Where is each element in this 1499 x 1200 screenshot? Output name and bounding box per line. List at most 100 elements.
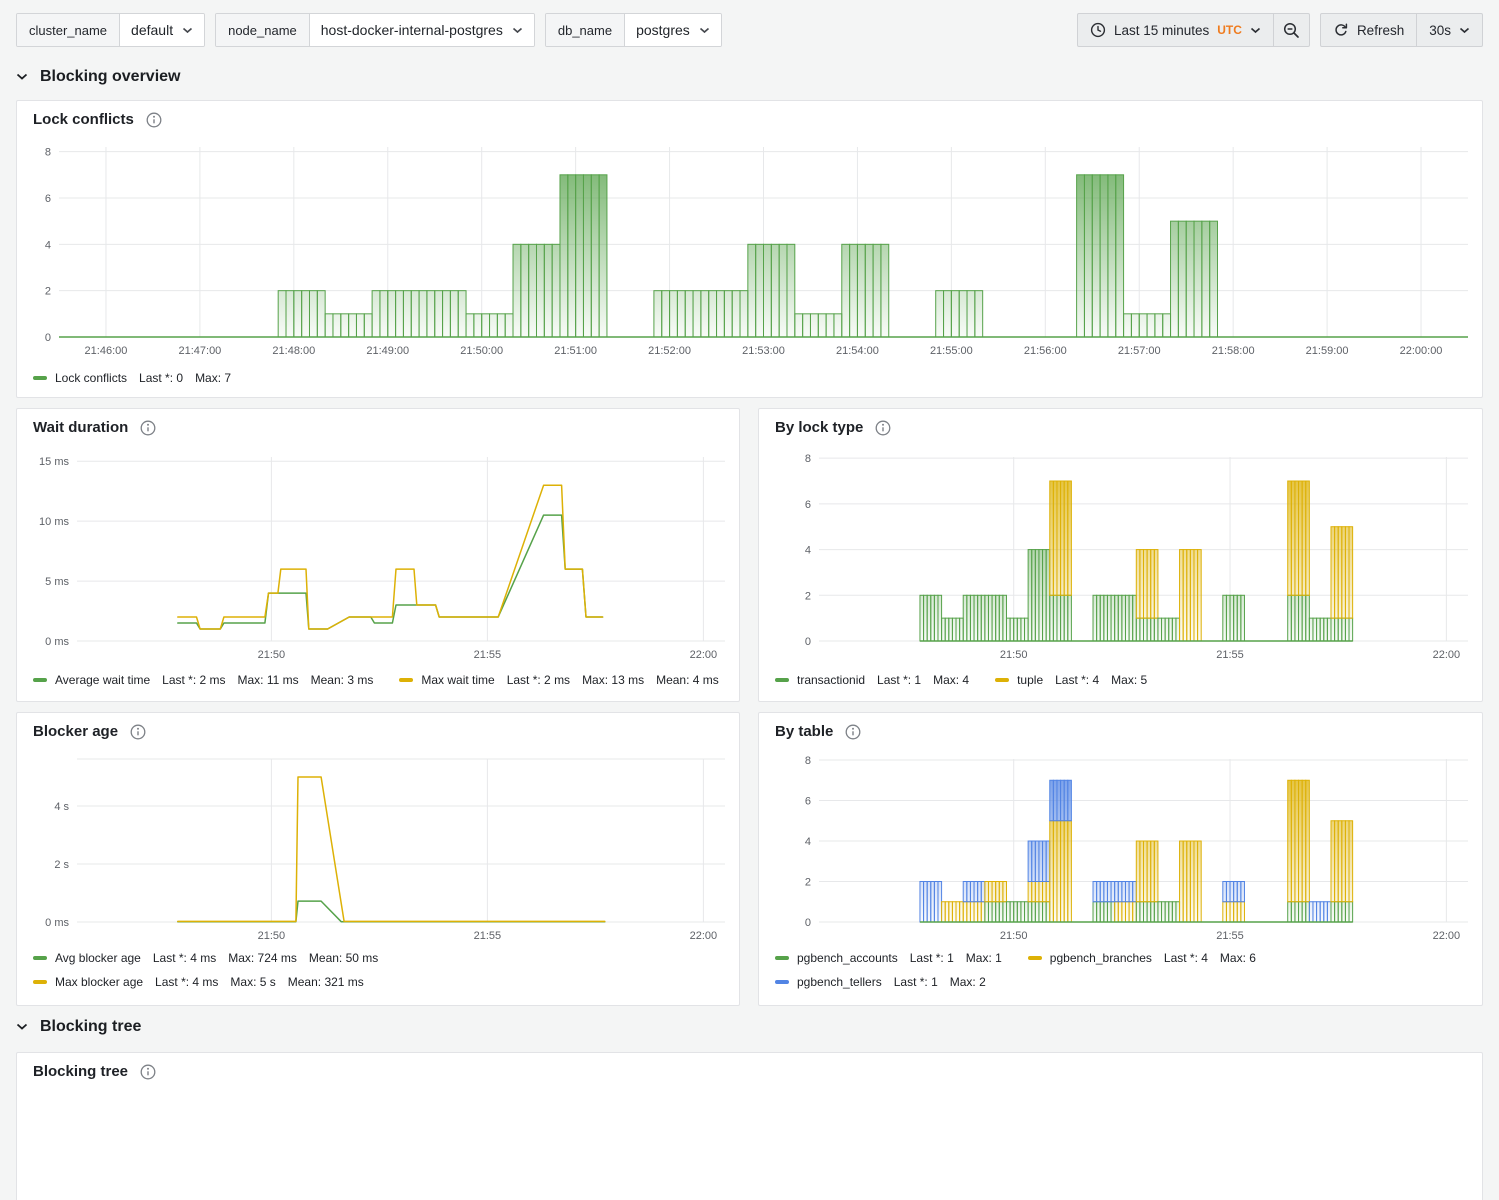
time-range-picker[interactable]: Last 15 minutes UTC	[1077, 13, 1274, 47]
legend-item-max-wait-time[interactable]: Max wait timeLast *: 2 msMax: 13 msMean:…	[399, 673, 718, 687]
refresh-label: Refresh	[1357, 23, 1404, 38]
info-icon[interactable]	[140, 1064, 156, 1080]
panel-title: Blocking tree	[33, 1063, 128, 1080]
panel-blocker-age: Blocker age 0 ms2 s4 s21:5021:5522:00 Av…	[16, 712, 740, 1006]
section-blocking-overview[interactable]: Blocking overview	[16, 68, 181, 86]
svg-text:21:55: 21:55	[1216, 930, 1244, 942]
panel-header-lock-conflicts[interactable]: Lock conflicts	[33, 111, 162, 128]
svg-text:8: 8	[45, 147, 51, 159]
panel-title: By lock type	[775, 419, 863, 436]
svg-text:21:48:00: 21:48:00	[272, 345, 315, 357]
legend-stat: Max: 5 s	[230, 975, 275, 989]
legend-row: Max blocker ageLast *: 4 msMax: 5 sMean:…	[33, 971, 378, 993]
legend-swatch	[775, 980, 789, 984]
refresh-group: Refresh 30s	[1320, 13, 1483, 47]
info-icon[interactable]	[845, 724, 861, 740]
variable-db-name: db_name postgres	[545, 13, 722, 47]
legend-stat: Max: 5	[1111, 673, 1147, 687]
refresh-interval-value: 30s	[1429, 23, 1451, 38]
legend-row: pgbench_tellersLast *: 1Max: 2	[775, 971, 1256, 993]
by-lock-type-chart[interactable]: 0246821:5021:5522:00	[767, 445, 1476, 665]
by-lock-type-legend: transactionidLast *: 1Max: 4 tupleLast *:…	[775, 669, 1147, 691]
refresh-interval-dropdown[interactable]: 30s	[1416, 13, 1483, 47]
chevron-down-icon	[512, 27, 523, 34]
legend-item-lock-conflicts[interactable]: Lock conflictsLast *: 0Max: 7	[33, 371, 231, 385]
zoom-out-icon	[1283, 22, 1300, 39]
legend-swatch	[775, 678, 789, 682]
panel-lock-conflicts: Lock conflicts 0246821:46:0021:47:0021:4…	[16, 100, 1483, 398]
chevron-down-icon	[182, 27, 193, 34]
svg-text:6: 6	[45, 193, 51, 205]
legend-row: transactionidLast *: 1Max: 4 tupleLast *:…	[775, 669, 1147, 691]
svg-text:2: 2	[805, 877, 811, 889]
section-blocking-tree[interactable]: Blocking tree	[16, 1018, 141, 1036]
refresh-button[interactable]: Refresh	[1320, 13, 1417, 47]
svg-text:4: 4	[45, 239, 51, 251]
svg-text:21:56:00: 21:56:00	[1024, 345, 1067, 357]
info-icon[interactable]	[875, 420, 891, 436]
svg-text:21:49:00: 21:49:00	[366, 345, 409, 357]
legend-stat: Max: 11 ms	[238, 673, 299, 687]
legend-item-transactionid[interactable]: transactionidLast *: 1Max: 4	[775, 673, 969, 687]
variable-dropdown-cluster-name[interactable]: default	[120, 14, 204, 46]
legend-stat: Last *: 1	[910, 951, 954, 965]
blocker-age-chart[interactable]: 0 ms2 s4 s21:5021:5522:00	[25, 749, 733, 945]
svg-text:21:55: 21:55	[474, 930, 502, 942]
variable-dropdown-db-name[interactable]: postgres	[625, 14, 721, 46]
legend-item-pgbench-tellers[interactable]: pgbench_tellersLast *: 1Max: 2	[775, 975, 986, 989]
info-icon[interactable]	[130, 724, 146, 740]
legend-item-tuple[interactable]: tupleLast *: 4Max: 5	[995, 673, 1147, 687]
info-icon[interactable]	[140, 420, 156, 436]
legend-item-max-blocker-age[interactable]: Max blocker ageLast *: 4 msMax: 5 sMean:…	[33, 975, 364, 989]
chevron-down-icon	[699, 27, 710, 34]
chevron-down-icon	[1459, 27, 1470, 34]
panel-header-by-lock-type[interactable]: By lock type	[775, 419, 891, 436]
svg-text:4 s: 4 s	[54, 801, 69, 813]
svg-text:22:00: 22:00	[690, 930, 718, 942]
svg-text:6: 6	[805, 796, 811, 808]
svg-text:22:00: 22:00	[1433, 649, 1461, 661]
panel-header-blocker-age[interactable]: Blocker age	[33, 723, 146, 740]
section-title: Blocking tree	[40, 1018, 141, 1036]
legend-stat: Last *: 1	[894, 975, 938, 989]
wait-duration-chart[interactable]: 0 ms5 ms10 ms15 ms21:5021:5522:00	[25, 445, 733, 665]
zoom-out-button[interactable]	[1273, 13, 1310, 47]
by-table-chart[interactable]: 0246821:5021:5522:00	[767, 749, 1476, 945]
info-icon[interactable]	[146, 112, 162, 128]
legend-swatch	[1028, 956, 1042, 960]
svg-text:21:53:00: 21:53:00	[742, 345, 785, 357]
legend-series-name: Max wait time	[421, 673, 494, 687]
legend-stat: Max: 6	[1220, 951, 1256, 965]
legend-stat: Max: 4	[933, 673, 969, 687]
legend-item-average-wait-time[interactable]: Average wait timeLast *: 2 msMax: 11 msM…	[33, 673, 373, 687]
legend-series-name: transactionid	[797, 673, 865, 687]
legend-stat: Last *: 2 ms	[162, 673, 225, 687]
legend-stat: Max: 724 ms	[228, 951, 297, 965]
legend-stat: Last *: 0	[139, 371, 183, 385]
panel-header-by-table[interactable]: By table	[775, 723, 861, 740]
collapse-chevron-icon	[16, 1023, 28, 1031]
variable-dropdown-node-name[interactable]: host-docker-internal-postgres	[310, 14, 534, 46]
legend-swatch	[33, 678, 47, 682]
lock-conflicts-chart[interactable]: 0246821:46:0021:47:0021:48:0021:49:0021:…	[25, 135, 1476, 365]
variable-label-db-name: db_name	[546, 14, 625, 46]
legend-item-pgbench-branches[interactable]: pgbench_branchesLast *: 4Max: 6	[1028, 951, 1256, 965]
panel-blocking-tree: Blocking tree	[16, 1052, 1483, 1200]
panel-header-blocking-tree[interactable]: Blocking tree	[33, 1063, 156, 1080]
legend-item-avg-blocker-age[interactable]: Avg blocker ageLast *: 4 msMax: 724 msMe…	[33, 951, 378, 965]
panel-title: Wait duration	[33, 419, 128, 436]
svg-text:21:55: 21:55	[474, 649, 502, 661]
variable-value-cluster-name: default	[131, 22, 173, 38]
timezone-label: UTC	[1217, 23, 1242, 37]
legend-stat: Last *: 2 ms	[507, 673, 570, 687]
legend-swatch	[33, 376, 47, 380]
variable-controls: cluster_name default node_name host-dock…	[16, 13, 722, 47]
legend-stat: Max: 1	[966, 951, 1002, 965]
svg-text:0 ms: 0 ms	[45, 636, 69, 648]
variable-node-name: node_name host-docker-internal-postgres	[215, 13, 535, 47]
svg-text:10 ms: 10 ms	[39, 516, 69, 528]
legend-item-pgbench-accounts[interactable]: pgbench_accountsLast *: 1Max: 1	[775, 951, 1002, 965]
svg-text:21:50: 21:50	[258, 930, 286, 942]
legend-stat: Mean: 321 ms	[288, 975, 364, 989]
panel-header-wait-duration[interactable]: Wait duration	[33, 419, 156, 436]
